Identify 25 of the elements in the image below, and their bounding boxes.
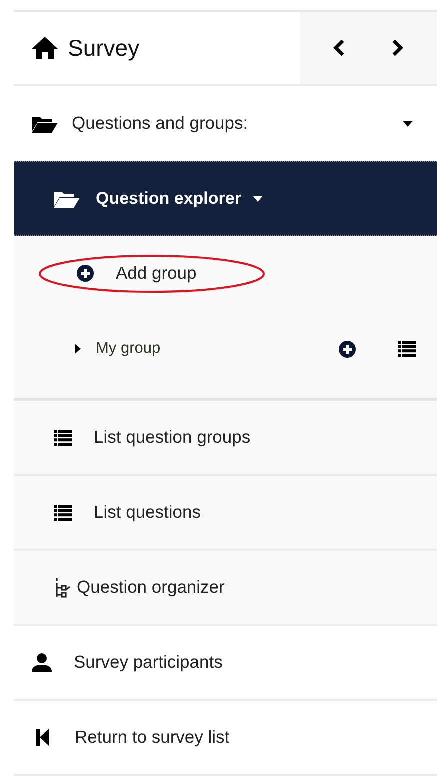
list-icon[interactable] [398, 341, 416, 357]
plus-circle-icon[interactable] [339, 340, 356, 358]
caret-icon [403, 120, 413, 126]
survey-title: Survey [68, 34, 140, 62]
chevron-left-icon[interactable] [333, 40, 346, 56]
caret-icon [75, 344, 81, 354]
section-toggle[interactable]: Questions and groups: [14, 86, 437, 161]
plus-circle-icon [77, 264, 94, 282]
folder-icon [54, 190, 80, 208]
caret-icon [253, 196, 264, 202]
question-explorer-item[interactable]: Question explorer [14, 161, 437, 236]
menu-item[interactable]: List question groups [14, 401, 437, 476]
tree-icon [54, 578, 71, 598]
user-icon [32, 653, 52, 672]
menu-item[interactable]: Return to survey list [14, 701, 437, 776]
menu-item[interactable]: List questions [14, 476, 437, 551]
home-icon [32, 37, 58, 59]
step-back-icon [36, 729, 49, 746]
menu-item[interactable]: Survey participants [14, 626, 437, 701]
group-item[interactable]: My group [75, 340, 339, 358]
menu-item[interactable]: Question organizer [14, 551, 437, 626]
folder-icon [32, 114, 58, 132]
list-icon [54, 430, 72, 446]
list-icon [54, 504, 72, 520]
chevron-right-icon[interactable] [392, 40, 404, 56]
